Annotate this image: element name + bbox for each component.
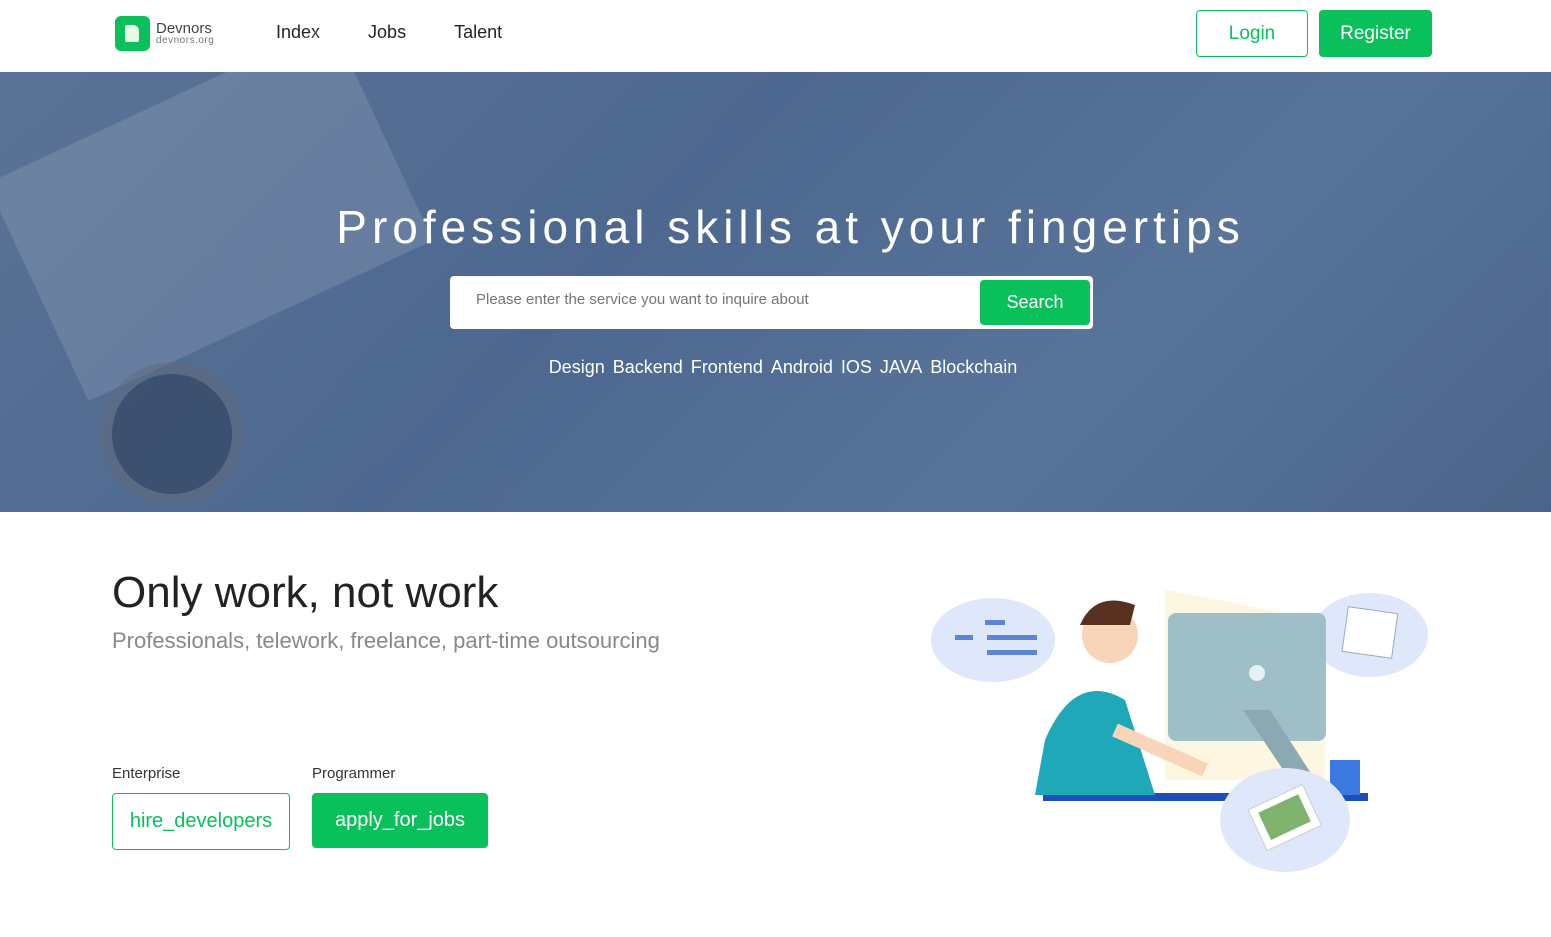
apply-for-jobs-button[interactable]: apply_for_jobs [312,793,488,848]
tag-frontend[interactable]: Frontend [691,357,763,377]
section-subtitle: Professionals, telework, freelance, part… [112,628,660,653]
enterprise-label: Enterprise [112,765,181,782]
tag-java[interactable]: JAVA [880,357,922,377]
tag-android[interactable]: Android [771,357,833,377]
top-nav: Devnors devnors.org Index Jobs Talent Lo… [0,0,1551,72]
nav-jobs[interactable]: Jobs [368,22,406,43]
tag-backend[interactable]: Backend [613,357,683,377]
nav-talent[interactable]: Talent [454,22,502,43]
logo-icon [115,16,150,51]
brand-domain: devnors.org [156,35,215,46]
hero-banner: Professional skills at your fingertips S… [0,72,1551,512]
brand-name: Devnors [156,20,212,37]
search-bar: Search [450,276,1093,329]
tag-blockchain[interactable]: Blockchain [930,357,1017,377]
developer-illustration [931,590,1428,872]
search-input[interactable] [476,291,956,308]
hire-developers-button[interactable]: hire_developers [112,793,290,850]
logo[interactable]: Devnors devnors.org [115,16,214,51]
login-button[interactable]: Login [1196,10,1308,57]
programmer-label: Programmer [312,765,396,782]
tag-list: Design Backend Frontend Android IOS JAVA Block… [0,357,1551,378]
tag-ios[interactable]: IOS [841,357,872,377]
section-title: Only work, not work [112,568,499,617]
hero-title: Professional skills at your fingertips [336,201,1245,253]
register-button[interactable]: Register [1319,10,1432,57]
search-button[interactable]: Search [980,280,1090,325]
tag-design[interactable]: Design [549,357,605,377]
